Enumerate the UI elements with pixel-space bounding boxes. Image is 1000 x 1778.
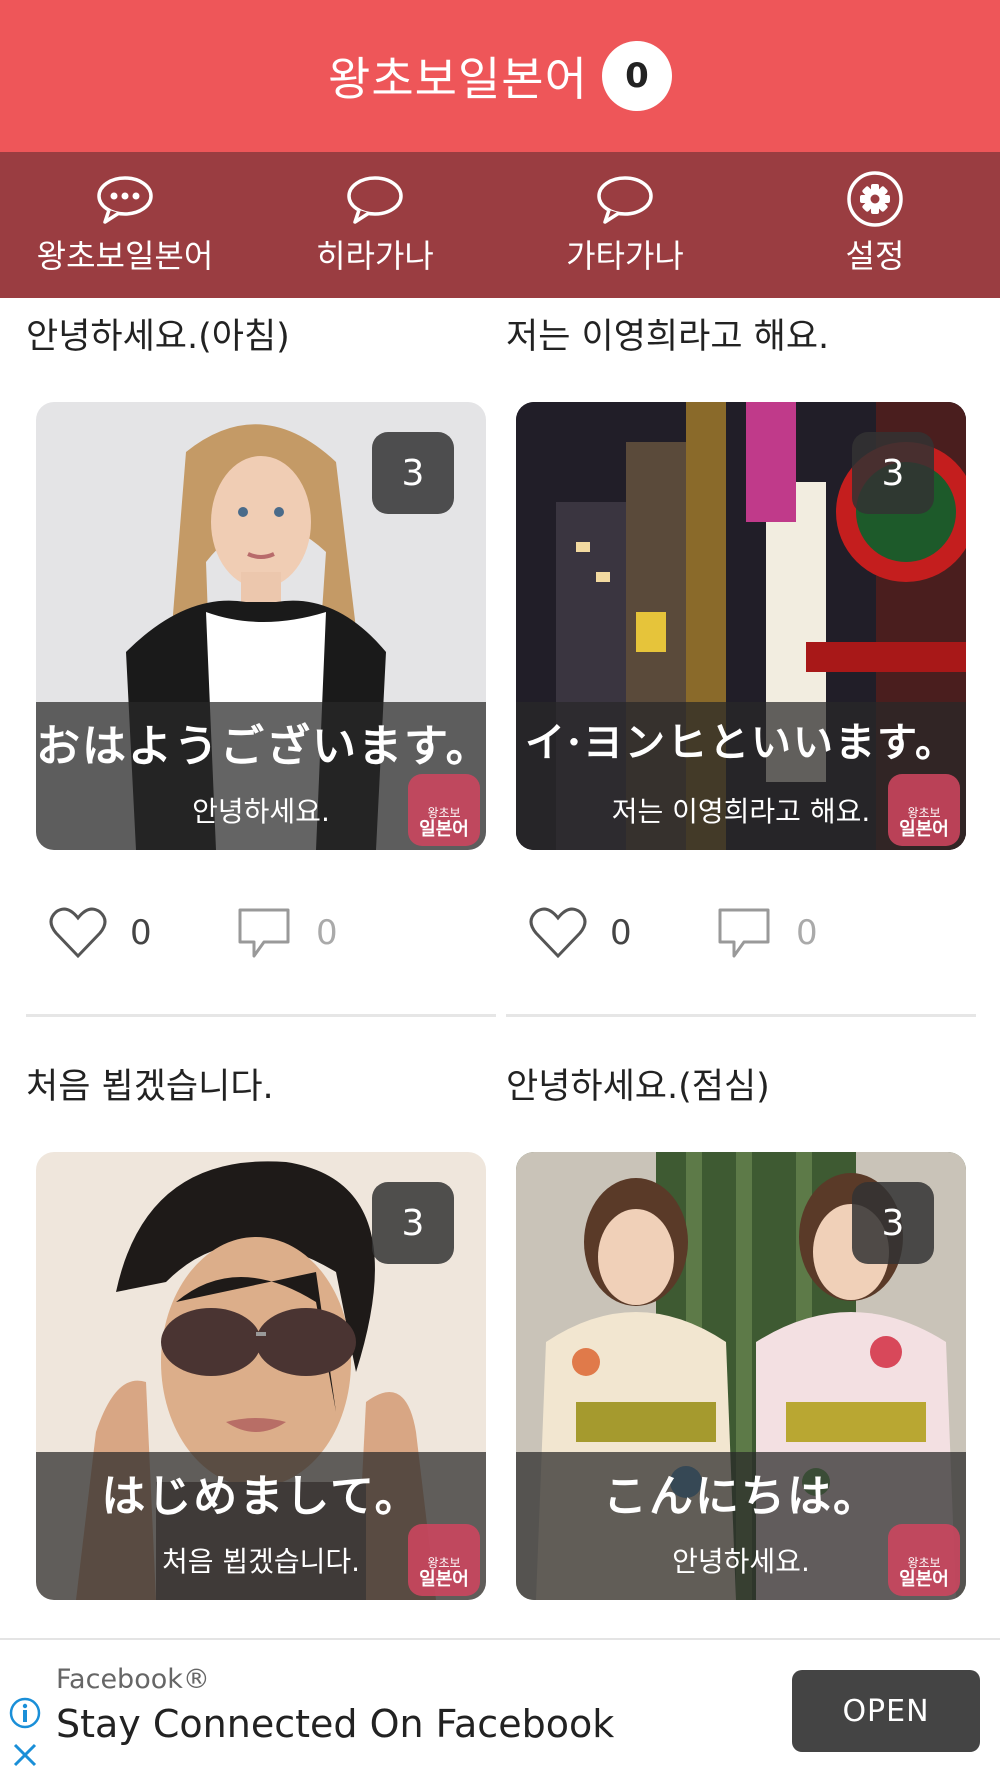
card-title: 안녕하세요.(아침) (26, 317, 290, 357)
logo-big-text: 일본어 (899, 1569, 949, 1590)
chat-dots-icon (94, 173, 156, 225)
card-count-badge: 3 (372, 432, 454, 514)
app-header: 왕초보일본어 0 (0, 0, 1000, 152)
japanese-text: はじめまして。 (101, 1471, 421, 1522)
card-image[interactable]: 3 はじめまして。 처음 뵙겠습니다. 왕초보 일본어 (36, 1152, 486, 1600)
card-count-badge: 3 (372, 1182, 454, 1264)
app-logo: 왕초보 일본어 (888, 1524, 960, 1596)
card-count-badge: 3 (852, 1182, 934, 1264)
heart-icon[interactable] (48, 904, 108, 962)
logo-big-text: 일본어 (419, 819, 469, 840)
logo-big-text: 일본어 (899, 819, 949, 840)
japanese-text: おはようございます。 (36, 721, 486, 772)
app-logo: 왕초보 일본어 (408, 1524, 480, 1596)
info-icon[interactable] (8, 1696, 42, 1730)
card-caption: おはようございます。 안녕하세요. 왕초보 일본어 (36, 702, 486, 850)
ad-open-button[interactable]: OPEN (792, 1670, 980, 1752)
logo-small-text: 왕초보 (427, 1556, 461, 1570)
card-title: 저는 이영희라고 해요. (506, 317, 830, 357)
nav-label: 히라가나 (316, 237, 434, 275)
logo-small-text: 왕초보 (427, 806, 461, 820)
nav-item-hiragana[interactable]: 히라가나 (250, 152, 500, 298)
app: 왕초보일본어 0 왕초보일본어 히라가나 가타가나 설정 안녕하세요.(아침) … (0, 0, 1000, 1778)
logo-small-text: 왕초보 (907, 1556, 941, 1570)
phrase-grid: 안녕하세요.(아침) 3 おはようございます。 안녕하세요. 왕초보 일본어 0… (0, 298, 1000, 1638)
card-divider (506, 1014, 976, 1017)
nav-bar: 왕초보일본어 히라가나 가타가나 설정 (0, 152, 1000, 298)
nav-item-beginner-japanese[interactable]: 왕초보일본어 (0, 152, 250, 298)
ad-brand: Facebook® (56, 1664, 210, 1695)
card-divider (26, 1014, 496, 1017)
card-caption: イ·ヨンヒといいます。 저는 이영희라고 해요. 왕초보 일본어 (516, 702, 966, 850)
like-count: 0 (130, 913, 152, 953)
comment-icon[interactable] (714, 904, 774, 962)
card-count-badge: 3 (852, 432, 934, 514)
card-title: 안녕하세요.(점심) (506, 1067, 770, 1107)
ad-banner[interactable]: Facebook® Stay Connected On Facebook OPE… (0, 1638, 1000, 1778)
nav-item-settings[interactable]: 설정 (750, 152, 1000, 298)
card-actions: 0 0 (528, 898, 852, 968)
nav-label: 설정 (845, 237, 905, 275)
nav-label: 가타가나 (566, 237, 684, 275)
nav-item-katakana[interactable]: 가타가나 (500, 152, 750, 298)
comment-icon[interactable] (234, 904, 294, 962)
comment-count: 0 (316, 913, 338, 953)
chat-bubble-icon (344, 173, 406, 225)
chat-bubble-icon (594, 173, 656, 225)
japanese-text: こんにちは。 (603, 1471, 879, 1522)
card-image[interactable]: 3 こんにちは。 안녕하세요. 왕초보 일본어 (516, 1152, 966, 1600)
japanese-text: イ·ヨンヒといいます。 (525, 719, 957, 766)
logo-small-text: 왕초보 (907, 806, 941, 820)
header-count-badge[interactable]: 0 (601, 41, 672, 111)
logo-big-text: 일본어 (419, 1569, 469, 1590)
card-actions: 0 0 (48, 898, 372, 968)
card-image[interactable]: 3 イ·ヨンヒといいます。 저는 이영희라고 해요. 왕초보 일본어 (516, 402, 966, 850)
heart-icon[interactable] (528, 904, 588, 962)
card-caption: はじめまして。 처음 뵙겠습니다. 왕초보 일본어 (36, 1452, 486, 1600)
app-title: 왕초보일본어 (328, 52, 588, 106)
card-title: 처음 뵙겠습니다. (26, 1067, 274, 1107)
gear-icon (844, 171, 906, 227)
card-caption: こんにちは。 안녕하세요. 왕초보 일본어 (516, 1452, 966, 1600)
comment-count: 0 (796, 913, 818, 953)
ad-headline[interactable]: Stay Connected On Facebook (56, 1702, 614, 1746)
app-logo: 왕초보 일본어 (408, 774, 480, 846)
card-image[interactable]: 3 おはようございます。 안녕하세요. 왕초보 일본어 (36, 402, 486, 850)
app-logo: 왕초보 일본어 (888, 774, 960, 846)
nav-label: 왕초보일본어 (36, 237, 214, 275)
close-icon[interactable] (8, 1738, 42, 1772)
like-count: 0 (610, 913, 632, 953)
